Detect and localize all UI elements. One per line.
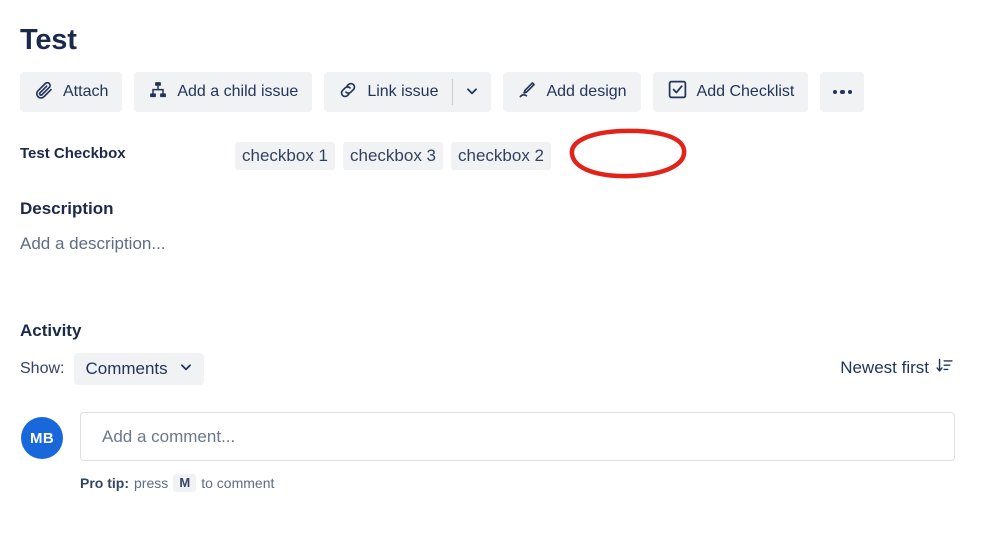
add-design-button[interactable]: Add design: [503, 72, 641, 112]
activity-show-row: Show: Comments: [20, 353, 204, 385]
add-checklist-button[interactable]: Add Checklist: [652, 72, 809, 112]
checkbox-value-pill[interactable]: checkbox 3: [343, 142, 443, 170]
activity-heading: Activity: [20, 321, 82, 340]
action-toolbar: Attach Add a child issue Link issue Add …: [20, 72, 865, 112]
activity-show-label: Show:: [20, 360, 65, 377]
ellipsis-icon: [832, 89, 838, 95]
avatar[interactable]: MB: [21, 417, 63, 459]
test-checkbox-field-label: Test Checkbox: [20, 145, 126, 162]
link-icon: [338, 80, 358, 105]
add-comment-row: MB Add a comment...: [21, 412, 955, 461]
keyboard-key-badge: M: [173, 474, 197, 492]
ellipsis-icon-dot: [840, 89, 845, 95]
ellipsis-icon-dot: [847, 89, 853, 95]
link-issue-split-button: Link issue: [324, 72, 492, 112]
activity-sort-button[interactable]: Newest first: [838, 353, 955, 383]
link-issue-dropdown-button[interactable]: [453, 72, 492, 112]
link-issue-button-label: Link issue: [367, 83, 439, 100]
sort-descending-icon: [936, 357, 953, 379]
test-checkbox-field-values[interactable]: checkbox 1 checkbox 3 checkbox 2: [235, 142, 551, 170]
paperclip-icon: [34, 80, 54, 105]
activity-filter-select[interactable]: Comments: [74, 353, 204, 385]
pro-tip: Pro tip: press M to comment: [80, 474, 274, 492]
attach-button[interactable]: Attach: [20, 72, 123, 112]
chevron-down-icon: [179, 359, 193, 379]
add-design-button-label: Add design: [546, 83, 627, 100]
chevron-down-icon: [465, 84, 479, 101]
pro-tip-label: Pro tip:: [80, 475, 129, 491]
child-issue-icon: [148, 80, 168, 105]
link-issue-button[interactable]: Link issue: [324, 72, 453, 112]
description-heading: Description: [20, 199, 114, 218]
design-pen-icon: [517, 80, 537, 105]
page-title: Test: [20, 24, 77, 56]
add-child-issue-button[interactable]: Add a child issue: [134, 72, 313, 112]
checkbox-checked-icon: [667, 79, 688, 105]
checkbox-value-pill[interactable]: checkbox 1: [235, 142, 335, 170]
description-placeholder[interactable]: Add a description...: [20, 234, 166, 254]
pro-tip-suffix-text: to comment: [201, 475, 275, 491]
pro-tip-press-text: press: [134, 475, 169, 491]
add-comment-input[interactable]: Add a comment...: [80, 412, 955, 461]
checkbox-value-pill[interactable]: checkbox 2: [451, 142, 551, 170]
add-checklist-button-label: Add Checklist: [696, 83, 795, 100]
add-child-issue-button-label: Add a child issue: [177, 83, 299, 100]
test-checkbox-field-row: Test Checkbox checkbox 1 checkbox 3 chec…: [20, 142, 980, 170]
activity-filter-value: Comments: [85, 359, 168, 378]
more-actions-button[interactable]: [820, 72, 865, 112]
attach-button-label: Attach: [63, 83, 109, 100]
activity-sort-label: Newest first: [840, 358, 929, 377]
